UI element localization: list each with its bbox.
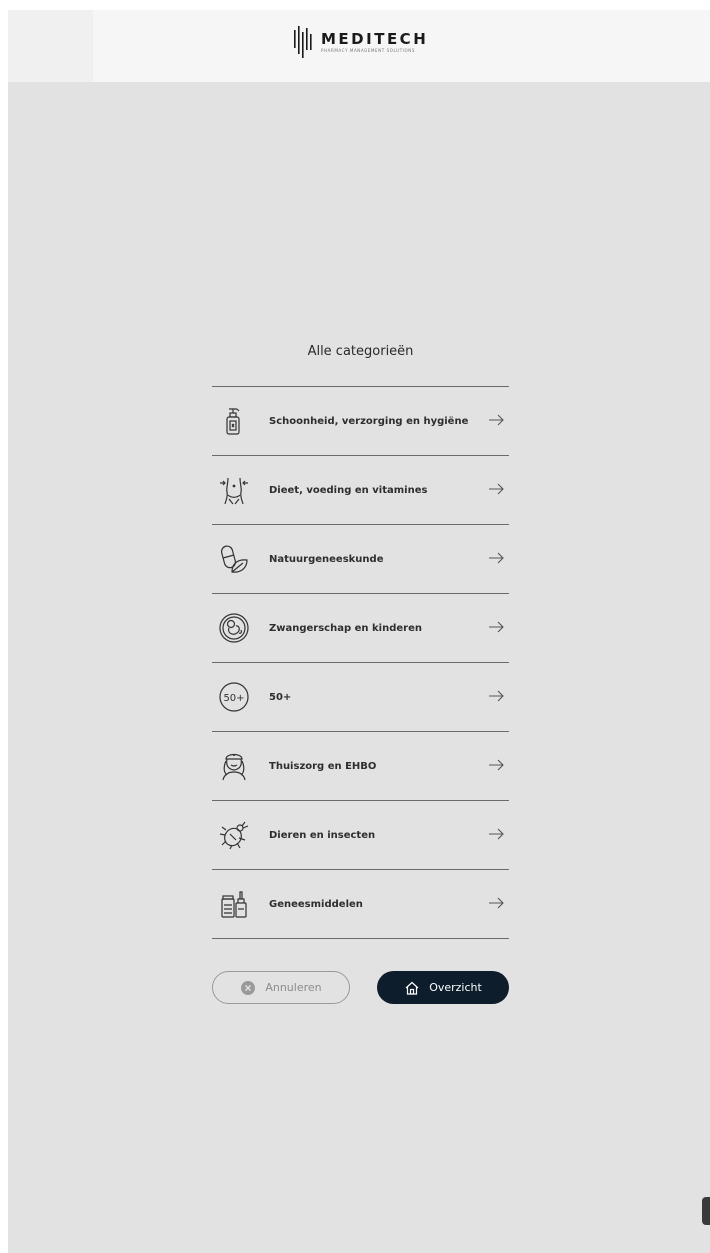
category-item-homecare[interactable]: Thuiszorg en EHBO [212,732,509,801]
cancel-circle-icon [241,980,256,995]
logo-tagline: PHARMACY MANAGEMENT SOLUTIONS [321,47,415,53]
side-handle[interactable] [702,1197,710,1225]
fifty-plus-icon-text: 50+ [223,693,244,704]
category-item-beauty[interactable]: Schoonheid, verzorging en hygiëne [212,387,509,456]
arrow-right-icon [489,690,504,702]
category-item-animals[interactable]: Dieren en insecten [212,801,509,870]
header-shade [8,10,93,82]
medicine-bottles-icon [216,886,252,922]
meditech-logo: MEDITECH PHARMACY MANAGEMENT SOLUTIONS [293,26,428,58]
page-title: Alle categorieën [307,344,414,359]
tick-bug-icon [216,817,252,853]
fifty-plus-icon: 50+ [216,679,252,715]
top-header: MEDITECH PHARMACY MANAGEMENT SOLUTIONS [8,10,710,82]
arrow-right-icon [489,828,504,840]
category-label: Dieren en insecten [269,829,376,841]
category-label: 50+ [269,691,292,703]
category-item-pregnancy[interactable]: Zwangerschap en kinderen [212,594,509,663]
arrow-right-icon [489,414,504,426]
waist-measure-icon [216,472,252,508]
category-item-natural[interactable]: Natuurgeneeskunde [212,525,509,594]
category-label: Geneesmiddelen [269,898,363,910]
arrow-right-icon [489,621,504,633]
arrow-right-icon [489,483,504,495]
category-label: Zwangerschap en kinderen [269,622,422,634]
category-label: Schoonheid, verzorging en hygiëne [269,415,469,427]
home-icon [405,981,419,995]
baby-in-womb-icon [216,610,252,646]
category-list: Schoonheid, verzorging en hygiëne Dieet,… [212,386,509,939]
category-item-medicines[interactable]: Geneesmiddelen [212,870,509,939]
category-item-fifty-plus[interactable]: 50+ 50+ [212,663,509,732]
overview-label: Overzicht [429,981,482,994]
category-label: Natuurgeneeskunde [269,553,384,565]
logo-name: MEDITECH [321,29,429,48]
cancel-button[interactable]: Annuleren [212,971,350,1004]
soap-bottle-icon [216,403,252,439]
overview-button[interactable]: Overzicht [377,971,509,1004]
app-frame: MEDITECH PHARMACY MANAGEMENT SOLUTIONS A… [8,10,710,1253]
arrow-right-icon [489,552,504,564]
pill-leaf-icon [216,541,252,577]
nurse-icon [216,748,252,784]
action-buttons: Annuleren Overzicht [212,971,509,1004]
arrow-right-icon [489,897,504,909]
cancel-label: Annuleren [265,981,322,994]
category-label: Thuiszorg en EHBO [269,760,377,772]
category-item-diet[interactable]: Dieet, voeding en vitamines [212,456,509,525]
category-label: Dieet, voeding en vitamines [269,484,428,496]
categories-panel: Alle categorieën Schoonheid, verzorging … [212,342,509,939]
arrow-right-icon [489,759,504,771]
logo-mark-icon [294,26,312,58]
